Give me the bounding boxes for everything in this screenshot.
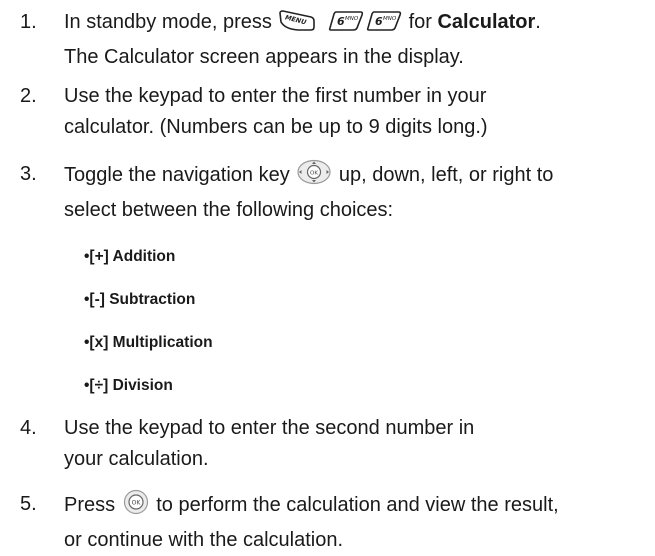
navigation-key-icon: OK — [296, 159, 332, 195]
choice-subtraction: •[-] Subtraction — [84, 291, 196, 308]
calculator-instructions: 1. In standby mode, press MENU 6 MNO 6 M… — [0, 0, 655, 554]
svg-text:OK: OK — [131, 500, 141, 507]
step-text: to perform the calculation and view the … — [156, 494, 559, 516]
choice-division: •[÷] Division — [84, 377, 173, 394]
svg-text:OK: OK — [310, 171, 318, 177]
choice-multiplication: •[x] Multiplication — [84, 334, 213, 351]
calculator-label: Calculator — [437, 11, 536, 33]
svg-text:6: 6 — [375, 15, 383, 28]
six-key-icon: 6 MNO — [366, 10, 402, 42]
step-text: Use the keypad to enter the first number… — [64, 85, 487, 107]
step-text: or continue with the calculation. — [64, 529, 344, 551]
step-text: your calculation. — [64, 448, 209, 470]
svg-text:MNO: MNO — [345, 16, 359, 22]
step-text: . — [535, 11, 541, 33]
svg-text:MNO: MNO — [383, 16, 397, 22]
ok-key-icon: OK — [122, 489, 150, 525]
step-text: up, down, left, or right to — [338, 164, 554, 186]
step-text: Toggle the navigation key — [64, 164, 290, 186]
menu-key-icon: MENU — [278, 10, 320, 42]
svg-text:6: 6 — [337, 15, 345, 28]
step-text: for — [408, 11, 432, 33]
step-text: The Calculator screen appears in the dis… — [64, 46, 464, 68]
step-text: In standby mode, press — [64, 11, 272, 33]
step-number: 3. — [20, 163, 37, 185]
step-text: calculator. (Numbers can be up to 9 digi… — [64, 116, 488, 138]
step-number: 5. — [20, 493, 37, 515]
step-number: 1. — [20, 11, 37, 33]
choice-addition: •[+] Addition — [84, 248, 176, 265]
step-text: select between the following choices: — [64, 199, 394, 221]
six-key-icon: 6 MNO — [328, 10, 364, 42]
step-number: 2. — [20, 85, 37, 107]
step-text: Press — [64, 494, 116, 516]
step-number: 4. — [20, 417, 37, 439]
step-text: Use the keypad to enter the second numbe… — [64, 417, 475, 439]
